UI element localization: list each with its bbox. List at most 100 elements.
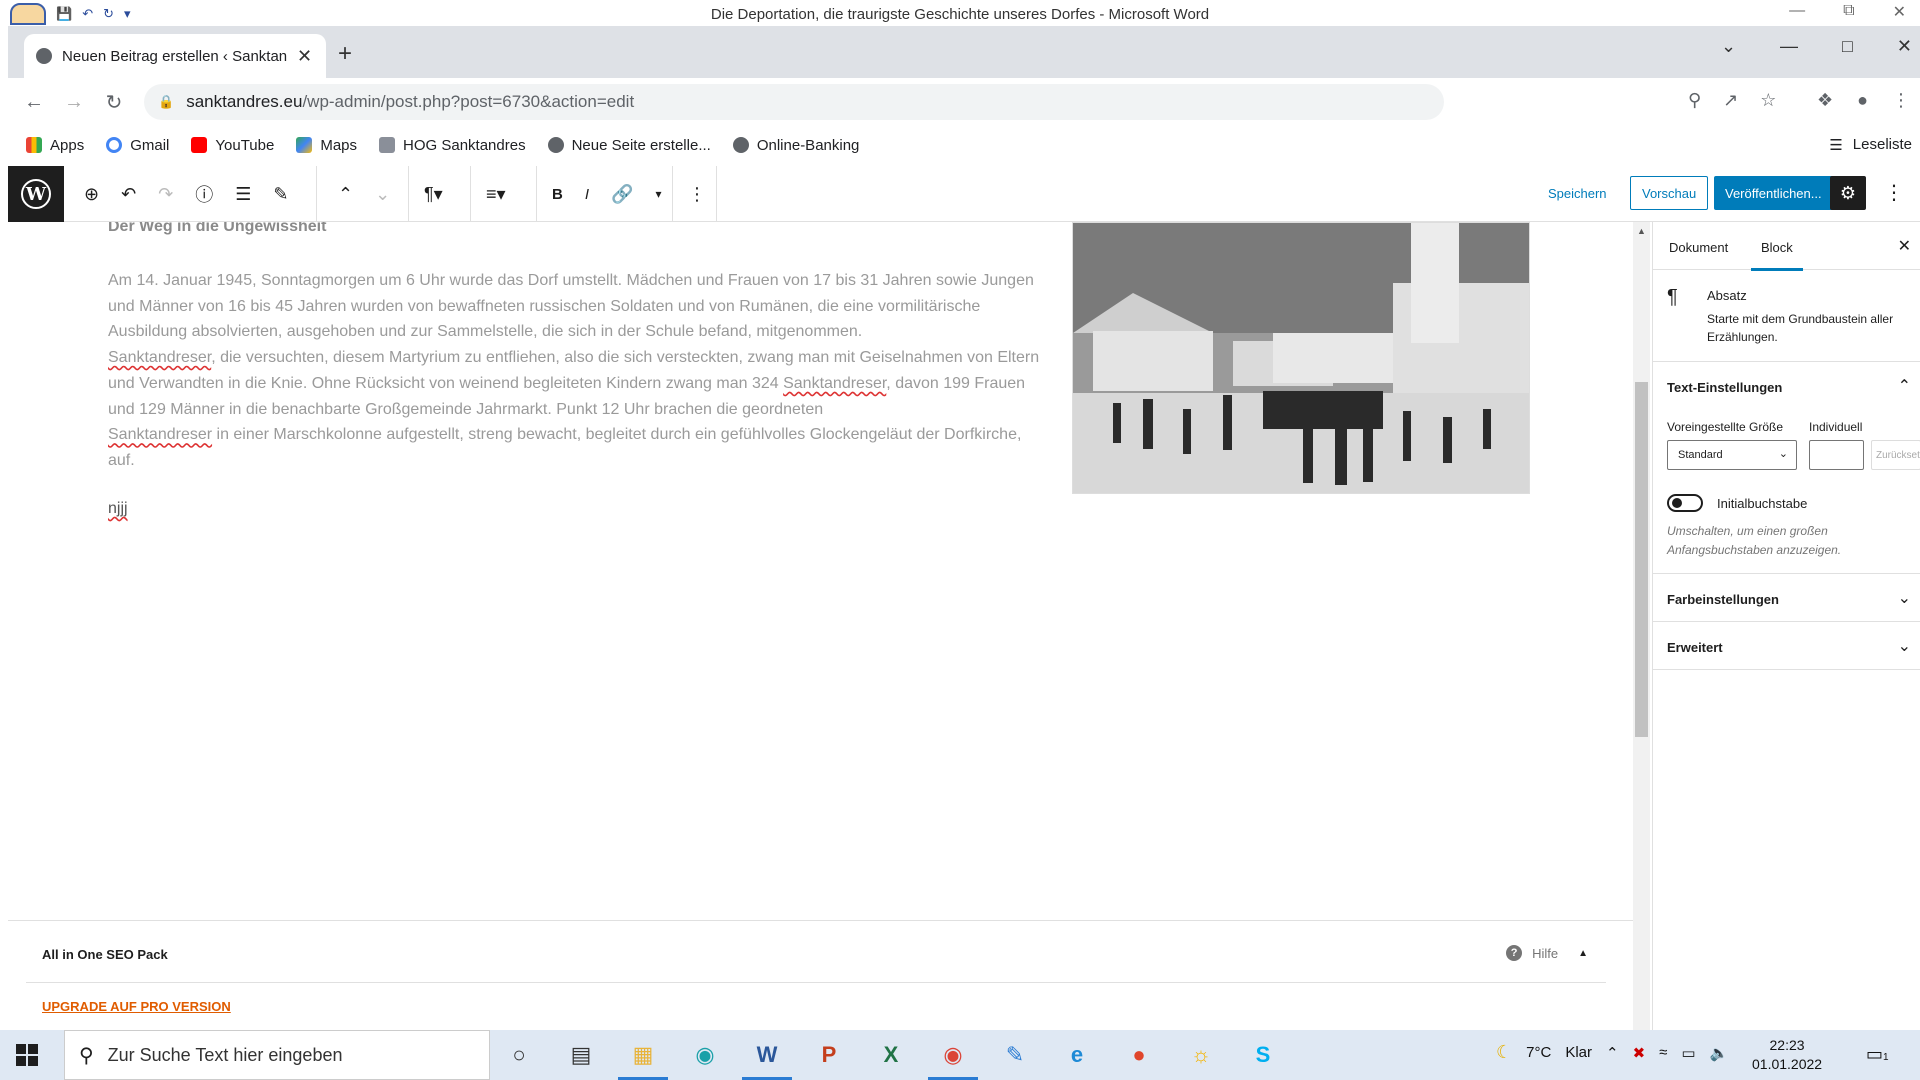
bookmark-hog-sanktandres[interactable]: HOG Sanktandres [379,137,526,154]
undo-icon[interactable]: ↶ [121,184,136,205]
color-settings-panel[interactable]: Farbeinstellungen ⌄ [1653,574,1920,622]
more-formats-icon[interactable]: ▾ [655,187,661,201]
advanced-panel[interactable]: Erweitert ⌄ [1653,622,1920,670]
weather-text[interactable]: Klar [1565,1044,1592,1061]
wordpress-logo-button[interactable]: W [8,166,64,222]
misspelled-word[interactable]: Sanktandreser [108,426,212,443]
reading-list[interactable]: ☰ Leseliste [1829,136,1912,154]
scroll-up-icon[interactable]: ▲ [1637,226,1646,236]
taskbar-search[interactable]: ⚲ Zur Suche Text hier eingeben [64,1030,490,1080]
italic-icon[interactable]: I [585,186,589,203]
chevron-up-icon[interactable]: ⌃ [1898,376,1911,396]
moon-weather-icon[interactable]: ☾ [1496,1042,1512,1063]
collapse-up-icon[interactable]: ▲ [1578,948,1588,959]
settings-gear-icon[interactable]: ⚙ [1830,176,1866,210]
seo-help-toggle[interactable]: ? Hilfe ▲ [1506,945,1588,961]
bookmark-youtube[interactable]: YouTube [191,137,274,154]
profile-avatar[interactable]: ● [1857,90,1868,111]
battery-icon[interactable]: ▭ [1681,1044,1695,1062]
bookmark-star-icon[interactable]: ☆ [1760,90,1776,111]
bookmark-apps[interactable]: Apps [26,137,84,154]
text-settings-title[interactable]: Text-Einstellungen [1667,380,1782,395]
share-icon[interactable]: ↗ [1723,90,1738,111]
close-icon[interactable]: ✕ [1893,2,1906,22]
upgrade-link[interactable]: UPGRADE AUF PRO VERSION [42,999,231,1014]
add-block-icon[interactable]: ⊕ [84,184,99,205]
start-button[interactable] [16,1044,38,1066]
minimize-icon[interactable]: — [1789,2,1805,22]
edge-icon[interactable]: ◉ [686,1036,724,1074]
misspelled-word[interactable]: Sanktandreser [783,375,886,392]
more-options-icon[interactable]: ⋮ [688,184,706,205]
menu-dots-icon[interactable]: ⋮ [1892,90,1910,111]
tab-block[interactable]: Block [1751,240,1803,271]
info-icon[interactable]: ⓘ [195,181,213,207]
maps-pin-icon[interactable]: ● [1120,1036,1158,1074]
move-down-icon[interactable]: ⌄ [375,184,390,205]
excel-icon[interactable]: X [872,1036,910,1074]
paragraph-block-selected[interactable]: njjj [108,500,128,518]
wifi-icon[interactable]: ≈ [1659,1044,1667,1061]
internet-explorer-icon[interactable]: e [1058,1036,1096,1074]
skype-icon[interactable]: S [1244,1036,1282,1074]
reset-button[interactable]: Zurücksetzen [1871,440,1920,470]
edit-pencil-icon[interactable]: ✎ [273,184,288,205]
browser-tab[interactable]: Neuen Beitrag erstellen ‹ Sanktandres ✕ [24,34,326,78]
tab-search-icon[interactable]: ⌄ [1721,36,1736,57]
image-block[interactable] [1072,222,1530,494]
reload-icon[interactable]: ↻ [94,90,134,115]
address-bar[interactable]: 🔒 sanktandres.eu/wp-admin/post.php?post=… [144,84,1444,120]
bookmark-online-banking[interactable]: Online-Banking [732,137,859,154]
task-view-icon[interactable]: ▤ [562,1036,600,1074]
new-tab-button[interactable]: + [338,40,352,68]
link-icon[interactable]: 🔗 [611,184,633,205]
chrome-icon[interactable]: ◉ [928,1036,978,1080]
back-icon[interactable]: ← [14,91,54,114]
close-icon[interactable]: ✕ [1897,36,1912,57]
bookmark-gmail[interactable]: Gmail [106,137,169,154]
taskbar-clock[interactable]: 22:23 01.01.2022 [1752,1036,1822,1074]
notification-center-icon[interactable]: ▭1 [1866,1044,1889,1065]
redo-icon[interactable]: ↷ [158,184,173,205]
file-explorer-icon[interactable]: ▦ [618,1036,668,1080]
lock-icon[interactable]: 🔒 [158,94,174,110]
close-sidebar-icon[interactable]: ✕ [1898,236,1911,256]
weather-temp[interactable]: 7°C [1526,1044,1551,1061]
bold-icon[interactable]: B [552,186,563,203]
volume-icon[interactable]: 🔈 [1710,1044,1729,1062]
word-icon[interactable]: W [742,1036,792,1080]
move-up-icon[interactable]: ⌃ [338,184,353,205]
paragraph-block[interactable]: Am 14. Januar 1945, Sonntagmorgen um 6 U… [108,268,1048,474]
editor-scrollbar[interactable]: ▲ [1633,222,1650,1030]
security-icon[interactable]: ✖ [1633,1044,1646,1062]
tray-overflow-icon[interactable]: ⌃ [1606,1044,1619,1062]
powerpoint-icon[interactable]: P [810,1036,848,1074]
bookmark-neue-seite[interactable]: Neue Seite erstelle... [547,137,711,154]
cortana-icon[interactable]: ○ [500,1036,538,1074]
list-view-icon[interactable]: ☰ [235,184,251,205]
tab-close-icon[interactable]: ✕ [297,46,312,67]
paragraph-icon[interactable]: ¶▾ [424,184,443,205]
custom-size-input[interactable] [1809,440,1864,470]
bookmark-maps[interactable]: Maps [296,137,357,154]
align-left-icon[interactable]: ≡▾ [486,184,506,205]
more-menu-icon[interactable]: ⋮ [1884,180,1904,205]
zoom-icon[interactable]: ⚲ [1688,90,1701,111]
pen-app-icon[interactable]: ✎ [996,1036,1034,1074]
tab-document[interactable]: Dokument [1669,240,1728,255]
save-draft-button[interactable]: Speichern [1548,186,1607,201]
url-text[interactable]: sanktandres.eu/wp-admin/post.php?post=67… [186,92,634,112]
extensions-icon[interactable]: ❖ [1817,90,1833,111]
restore-icon[interactable]: ⧉ [1843,2,1854,22]
preview-button[interactable]: Vorschau [1630,176,1709,210]
scroll-thumb[interactable] [1635,382,1648,737]
minimize-icon[interactable]: — [1780,36,1798,57]
forward-icon[interactable]: → [54,91,94,114]
dropcap-toggle[interactable] [1667,494,1703,512]
publish-button[interactable]: Veröffentlichen... [1714,176,1833,210]
weather-app-icon[interactable]: ☼ [1182,1036,1220,1074]
maximize-icon[interactable]: □ [1842,36,1853,57]
font-size-select[interactable]: Standard ⌄ [1667,440,1797,470]
misspelled-word[interactable]: Sanktandreser [108,349,211,366]
heading-block[interactable]: Der Weg in die Ungewissheit [108,222,326,236]
